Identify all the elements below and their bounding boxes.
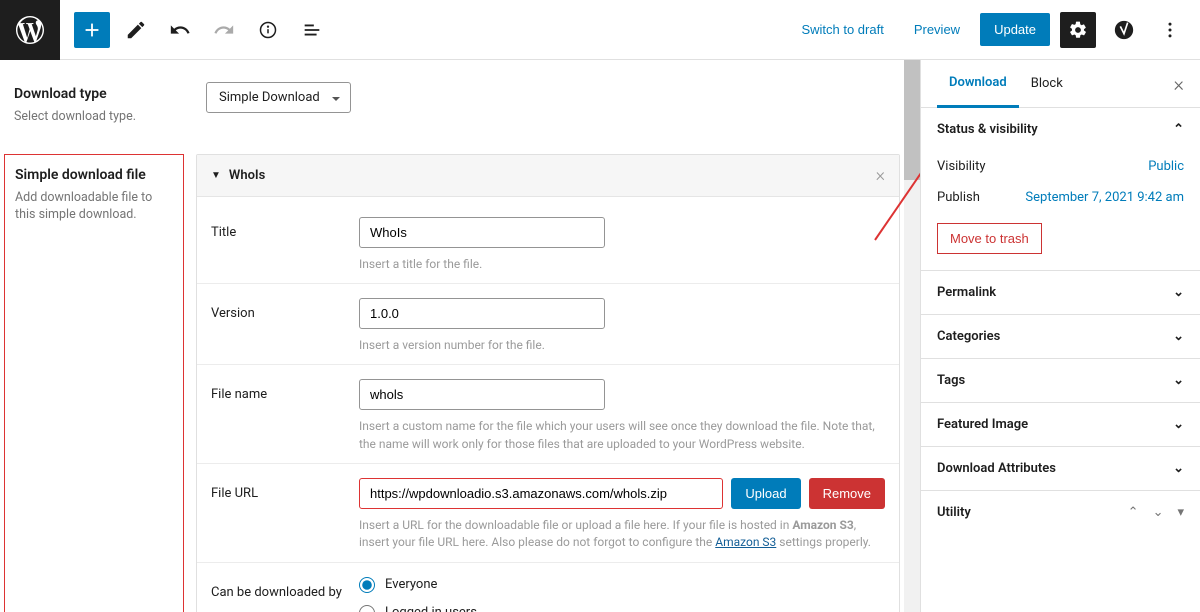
chevron-down-icon: ⌄	[1173, 461, 1184, 476]
title-label: Title	[211, 217, 359, 273]
fileurl-input[interactable]	[359, 478, 723, 509]
access-option-loggedin[interactable]: Logged in users	[359, 605, 885, 612]
redo-button[interactable]	[206, 12, 242, 48]
filename-input[interactable]	[359, 379, 605, 410]
access-label: Can be downloaded by	[211, 577, 359, 612]
more-options-button[interactable]	[1152, 12, 1188, 48]
chevron-up-icon: ⌃	[1173, 122, 1184, 137]
filename-label: File name	[211, 379, 359, 453]
file-section-label: Simple download file	[15, 167, 173, 183]
dropdown-icon[interactable]: ▾	[1177, 505, 1184, 520]
wordpress-logo[interactable]	[0, 0, 60, 60]
file-panel-header[interactable]: ▼ WhoIs ×	[197, 155, 899, 197]
editor-scrollbar[interactable]	[904, 60, 920, 612]
outline-button[interactable]	[294, 12, 330, 48]
download-type-label: Download type	[14, 86, 206, 102]
version-label: Version	[211, 298, 359, 354]
settings-button[interactable]	[1060, 12, 1096, 48]
filename-help: Insert a custom name for the file which …	[359, 418, 885, 453]
visibility-value[interactable]: Public	[1148, 159, 1184, 174]
chevron-down-icon: ⌄	[1173, 417, 1184, 432]
panel-categories[interactable]: Categories⌄	[921, 315, 1200, 358]
panel-status[interactable]: Status & visibility ⌃	[921, 108, 1200, 151]
fileurl-label: File URL	[211, 478, 359, 552]
edit-mode-button[interactable]	[118, 12, 154, 48]
add-block-button[interactable]	[74, 12, 110, 48]
undo-button[interactable]	[162, 12, 198, 48]
remove-button[interactable]: Remove	[809, 478, 885, 509]
amazon-s3-link[interactable]: Amazon S3	[715, 535, 776, 549]
panel-utility[interactable]: Utility ⌃ ⌄ ▾	[921, 491, 1200, 534]
tab-block[interactable]: Block	[1019, 60, 1075, 108]
info-button[interactable]	[250, 12, 286, 48]
file-panel-title: WhoIs	[229, 168, 876, 183]
publish-label: Publish	[937, 190, 980, 205]
title-help: Insert a title for the file.	[359, 256, 885, 273]
yoast-icon[interactable]	[1106, 12, 1142, 48]
file-section-help: Add downloadable file to this simple dow…	[15, 189, 173, 224]
panel-permalink[interactable]: Permalink⌄	[921, 271, 1200, 314]
publish-value[interactable]: September 7, 2021 9:42 am	[1025, 190, 1184, 205]
move-down-icon[interactable]: ⌄	[1153, 505, 1164, 520]
chevron-down-icon: ▼	[211, 170, 221, 181]
visibility-label: Visibility	[937, 159, 986, 174]
panel-featured-image[interactable]: Featured Image⌄	[921, 403, 1200, 446]
preview-button[interactable]: Preview	[904, 16, 970, 43]
title-input[interactable]	[359, 217, 605, 248]
access-option-everyone[interactable]: Everyone	[359, 577, 885, 593]
chevron-down-icon: ⌄	[1173, 285, 1184, 300]
version-help: Insert a version number for the file.	[359, 337, 885, 354]
download-type-select[interactable]: Simple Download	[206, 82, 351, 113]
switch-to-draft-button[interactable]: Switch to draft	[791, 16, 893, 43]
download-type-help: Select download type.	[14, 108, 206, 126]
panel-download-attributes[interactable]: Download Attributes⌄	[921, 447, 1200, 490]
sidebar-close-button[interactable]: ×	[1174, 72, 1184, 96]
upload-button[interactable]: Upload	[731, 478, 800, 509]
move-up-icon[interactable]: ⌃	[1128, 505, 1139, 520]
panel-tags[interactable]: Tags⌄	[921, 359, 1200, 402]
move-to-trash-button[interactable]: Move to trash	[937, 223, 1042, 254]
fileurl-help: Insert a URL for the downloadable file o…	[359, 517, 885, 552]
update-button[interactable]: Update	[980, 13, 1050, 46]
chevron-down-icon: ⌄	[1173, 373, 1184, 388]
version-input[interactable]	[359, 298, 605, 329]
tab-download[interactable]: Download	[937, 60, 1019, 108]
close-icon[interactable]: ×	[876, 165, 885, 186]
chevron-down-icon: ⌄	[1173, 329, 1184, 344]
